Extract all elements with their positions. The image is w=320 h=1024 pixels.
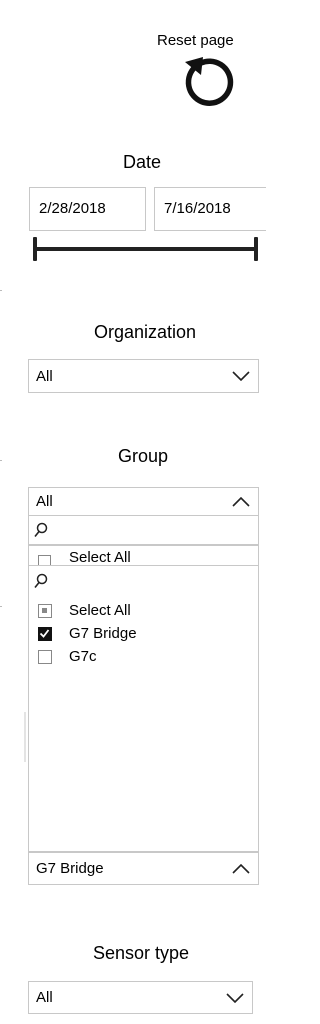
list-item-select-all[interactable]: Select All	[38, 602, 131, 619]
end-date-input[interactable]: 7/16/2018	[154, 187, 266, 231]
checkbox-empty-icon	[38, 649, 52, 664]
slider-end-handle[interactable]	[254, 237, 258, 261]
select-all-peek: Select All	[28, 545, 259, 565]
chevron-up-icon	[232, 863, 250, 874]
reset-page-label[interactable]: Reset page	[157, 32, 234, 49]
list-item-label: Select All	[69, 602, 131, 619]
date-heading: Date	[122, 152, 162, 172]
group-options-list: Select All G7 Bridge G7c	[28, 596, 259, 852]
group-selection-value: G7 Bridge	[36, 860, 104, 877]
group-search-input[interactable]	[28, 515, 259, 545]
scrollbar[interactable]	[24, 712, 26, 762]
group-list-search-input[interactable]	[28, 565, 259, 597]
divider	[0, 290, 2, 291]
select-all-peek-label: Select All	[69, 549, 131, 565]
checkbox-checked-icon	[38, 626, 52, 641]
checkbox-partial-icon	[38, 603, 52, 618]
sensor-type-selected: All	[36, 989, 53, 1006]
checkbox-empty	[38, 555, 51, 565]
slider-start-handle[interactable]	[33, 237, 37, 261]
start-date-input[interactable]: 2/28/2018	[29, 187, 146, 231]
date-range-slider[interactable]	[35, 247, 256, 251]
list-item-label: G7c	[69, 648, 97, 665]
sensor-type-dropdown[interactable]: All	[28, 981, 253, 1014]
divider	[0, 460, 2, 461]
group-dropdown[interactable]: All	[28, 487, 259, 516]
list-item-label: G7 Bridge	[69, 625, 137, 642]
sensor-type-heading: Sensor type	[92, 943, 190, 963]
group-selected: All	[36, 493, 53, 510]
search-icon	[34, 522, 48, 537]
reset-icon[interactable]	[181, 55, 241, 107]
chevron-down-icon	[226, 992, 244, 1003]
group-selection-dropdown[interactable]: G7 Bridge	[28, 852, 259, 885]
list-item-g7c[interactable]: G7c	[38, 648, 97, 665]
chevron-down-icon	[232, 371, 250, 381]
organization-heading: Organization	[93, 322, 197, 342]
organization-selected: All	[36, 367, 53, 385]
list-item-g7-bridge[interactable]: G7 Bridge	[38, 625, 137, 642]
organization-dropdown[interactable]: All	[28, 359, 259, 393]
search-icon	[34, 573, 48, 588]
chevron-up-icon	[232, 496, 250, 507]
group-heading: Group	[117, 446, 169, 466]
divider	[0, 606, 2, 607]
